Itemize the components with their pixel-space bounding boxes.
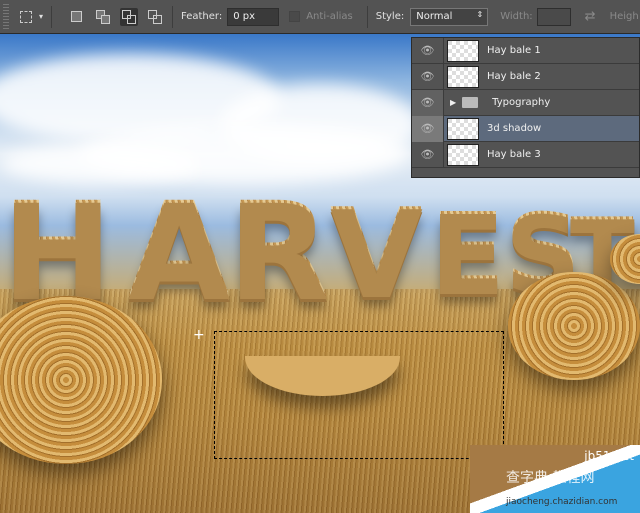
- antialias-label: Anti-alias: [306, 11, 353, 22]
- layer-thumbnail[interactable]: [447, 39, 479, 62]
- style-value: Normal: [416, 10, 453, 22]
- height-label: Heigh: [609, 11, 639, 22]
- width-label: Width:: [500, 11, 533, 22]
- folder-icon: [462, 97, 479, 108]
- headline-letter: R: [228, 174, 330, 328]
- layer-row[interactable]: 👁 Hay bale 2: [412, 63, 639, 90]
- watermark: jb51.net 查字典 教程网 jiaocheng.chazidian.com: [470, 445, 640, 513]
- layer-thumbnail[interactable]: [447, 65, 479, 88]
- layer-name: 3d shadow: [487, 123, 542, 134]
- intersect-selection-icon[interactable]: [146, 8, 164, 26]
- headline-letter: V: [330, 184, 423, 323]
- headline-letter: E: [430, 189, 505, 317]
- style-select[interactable]: Normal ⇕: [410, 7, 489, 26]
- tool-preset-dropdown-icon[interactable]: ▾: [39, 12, 43, 21]
- headline-letter: A: [128, 174, 230, 328]
- visibility-eye-icon[interactable]: 👁: [412, 89, 444, 116]
- layer-row[interactable]: 👁 3d shadow: [412, 115, 639, 142]
- visibility-eye-icon[interactable]: 👁: [412, 63, 444, 90]
- new-selection-icon[interactable]: [68, 8, 86, 26]
- layer-thumbnail[interactable]: [447, 143, 479, 166]
- feather-label: Feather:: [181, 11, 223, 22]
- layer-thumbnail[interactable]: [447, 117, 479, 140]
- swap-icon[interactable]: ⇄: [585, 9, 596, 24]
- layer-row[interactable]: 👁 Hay bale 3: [412, 141, 639, 168]
- layer-row[interactable]: 👁 Hay bale 1: [412, 37, 639, 64]
- style-label: Style:: [375, 11, 405, 22]
- marquee-selection[interactable]: [214, 331, 504, 459]
- options-bar: ▾ Feather: 0 px Anti-alias Style: Normal…: [0, 0, 640, 34]
- layer-name: Typography: [492, 97, 551, 108]
- visibility-eye-icon[interactable]: 👁: [412, 115, 444, 142]
- width-input[interactable]: [536, 7, 571, 26]
- crosshair-cursor-icon: +: [193, 327, 205, 343]
- add-to-selection-icon[interactable]: [94, 8, 112, 26]
- marquee-tool-icon[interactable]: [17, 8, 35, 26]
- subtract-from-selection-icon[interactable]: [120, 7, 139, 26]
- antialias-checkbox[interactable]: [289, 11, 301, 22]
- toolbar-grip[interactable]: [3, 3, 9, 30]
- visibility-eye-icon[interactable]: 👁: [412, 141, 444, 168]
- layer-row[interactable]: 👁 ▶ Typography: [412, 89, 639, 116]
- layer-name: Hay bale 3: [487, 149, 541, 160]
- hay-bale: [508, 272, 640, 380]
- expand-group-icon[interactable]: ▶: [450, 98, 456, 107]
- layer-name: Hay bale 2: [487, 71, 541, 82]
- visibility-eye-icon[interactable]: 👁: [412, 37, 444, 64]
- select-arrows-icon: ⇕: [476, 9, 484, 19]
- layers-panel: 👁 Hay bale 1 👁 Hay bale 2 👁 ▶ Typography 👁 3d sh…: [411, 37, 640, 178]
- feather-input[interactable]: 0 px: [227, 7, 280, 26]
- layer-name: Hay bale 1: [487, 45, 541, 56]
